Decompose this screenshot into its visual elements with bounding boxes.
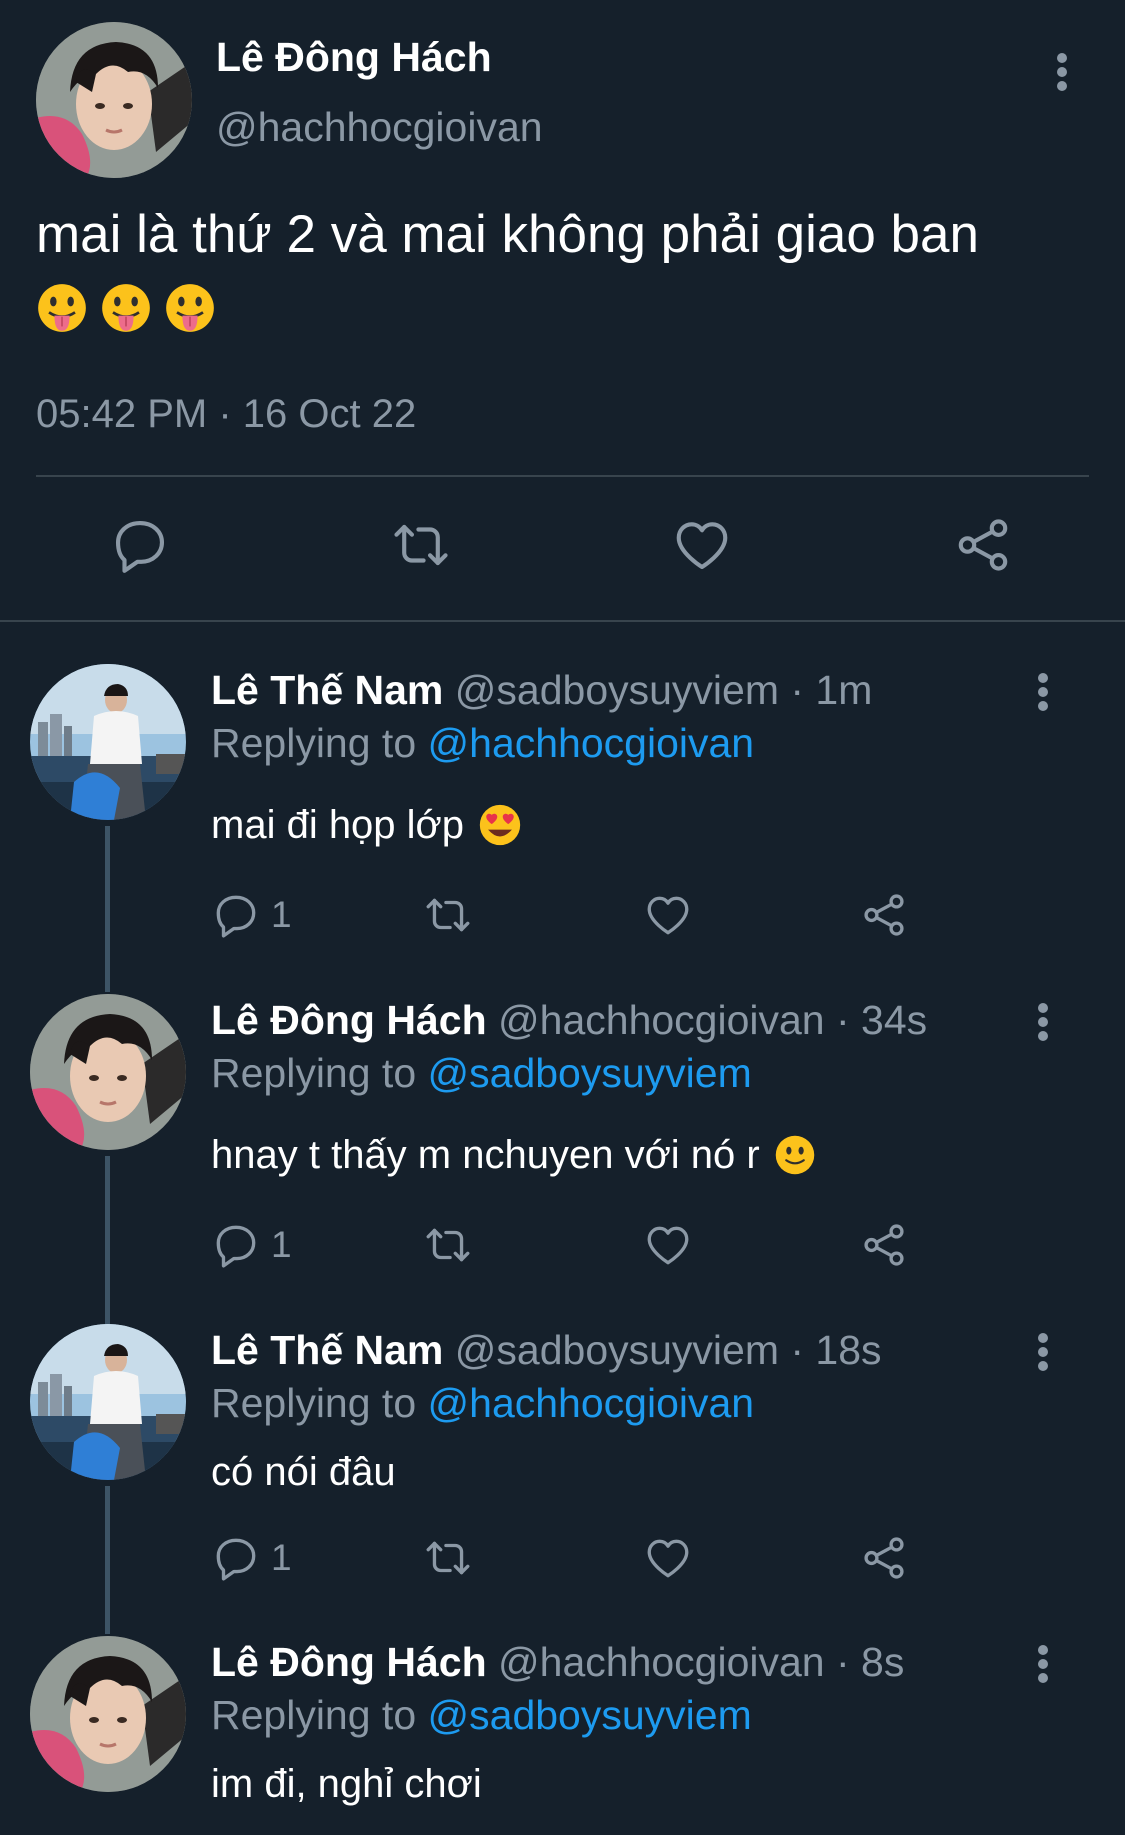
reply-text-content: mai đi họp lớp: [211, 803, 465, 847]
reply-more-options-icon[interactable]: [1023, 1636, 1063, 1692]
reply-header: Lê Đông Hách @hachhocgioivan · 8s: [211, 1637, 904, 1687]
replying-to: Replying to @sadboysuyviem: [211, 1048, 752, 1098]
reply-handle-time[interactable]: @hachhocgioivan · 34s: [498, 997, 927, 1043]
reply-icon: [216, 895, 256, 938]
reply-more-options-icon[interactable]: [1023, 664, 1063, 720]
reply-count: 1: [271, 894, 292, 935]
retweet-icon[interactable]: [386, 510, 456, 580]
share-icon: [864, 894, 904, 936]
share-button[interactable]: [859, 1220, 909, 1270]
share-button[interactable]: [859, 890, 909, 940]
reply-text-content: có nói đâu: [211, 1450, 396, 1494]
reply-text: im đi, nghỉ chơi: [211, 1759, 482, 1809]
reply-button[interactable]: 1: [211, 1533, 292, 1583]
main-author-name[interactable]: Lê Đông Hách: [216, 34, 492, 81]
retweet-button[interactable]: [421, 1220, 475, 1270]
reply-author-avatar[interactable]: [30, 1636, 186, 1792]
share-icon: [864, 1537, 904, 1579]
share-button[interactable]: [859, 1533, 909, 1583]
replying-to-label: Replying to: [211, 1692, 417, 1738]
main-tweet-actions: [0, 506, 1125, 592]
reply-icon[interactable]: [105, 510, 175, 580]
replying-to-mention[interactable]: @sadboysuyviem: [428, 1692, 752, 1738]
reply-author-avatar[interactable]: [30, 994, 186, 1150]
reply-icon: [216, 1225, 256, 1268]
reply-button[interactable]: 1: [211, 890, 292, 940]
reply-text: hnay t thấy m nchuyen với nó r: [211, 1130, 816, 1180]
reply-count: 1: [271, 1224, 292, 1265]
share-icon[interactable]: [948, 510, 1018, 580]
reply-author-avatar[interactable]: [30, 664, 186, 820]
main-author-handle[interactable]: @hachhocgioivan: [216, 104, 543, 151]
share-icon: [864, 1224, 904, 1266]
like-heart-icon: [647, 896, 689, 935]
retweet-icon: [426, 1541, 470, 1575]
like-button[interactable]: [643, 1533, 693, 1583]
reply-handle-time[interactable]: @sadboysuyviem · 18s: [455, 1327, 882, 1373]
reply-author-name[interactable]: Lê Đông Hách: [211, 997, 487, 1043]
reply-header: Lê Thế Nam @sadboysuyviem · 1m: [211, 665, 872, 715]
replying-to-mention[interactable]: @hachhocgioivan: [428, 1380, 755, 1426]
retweet-icon: [426, 1228, 470, 1262]
replying-to: Replying to @hachhocgioivan: [211, 718, 754, 768]
retweet-button[interactable]: [421, 890, 475, 940]
reply-text: mai đi họp lớp: [211, 800, 522, 850]
reply-text-content: im đi, nghỉ chơi: [211, 1762, 482, 1806]
reply-author-name[interactable]: Lê Thế Nam: [211, 667, 443, 713]
divider: [36, 475, 1089, 477]
main-more-options-icon[interactable]: [1042, 44, 1082, 100]
tongue-emoji-icon: [36, 282, 88, 334]
reply-actions: 1: [211, 1533, 1031, 1589]
retweet-icon: [426, 898, 470, 932]
reply-count: 1: [271, 1537, 292, 1578]
replying-to-label: Replying to: [211, 720, 417, 766]
divider: [0, 620, 1125, 622]
thread-connector: [105, 826, 110, 992]
replying-to: Replying to @sadboysuyviem: [211, 1690, 752, 1740]
slight-smile-emoji-icon: [775, 1135, 814, 1175]
reply-author-name[interactable]: Lê Đông Hách: [211, 1639, 487, 1685]
reply-icon: [216, 1538, 256, 1581]
tongue-emoji-icon: [100, 282, 152, 334]
like-heart-icon: [647, 1226, 689, 1265]
reply-author-name[interactable]: Lê Thế Nam: [211, 1327, 443, 1373]
retweet-button[interactable]: [421, 1533, 475, 1583]
thread-connector: [105, 1156, 110, 1324]
reply-more-options-icon[interactable]: [1023, 1324, 1063, 1380]
reply-actions: 1: [211, 890, 1031, 946]
reply-more-options-icon[interactable]: [1023, 994, 1063, 1050]
reply-handle-time[interactable]: @sadboysuyviem · 1m: [455, 667, 873, 713]
replying-to-mention[interactable]: @sadboysuyviem: [428, 1050, 752, 1096]
main-tweet-text: mai là thứ 2 và mai không phải giao ban: [36, 205, 979, 264]
reply-text: có nói đâu: [211, 1447, 396, 1497]
heart-eyes-emoji-icon: [479, 804, 521, 846]
reply-header: Lê Đông Hách @hachhocgioivan · 34s: [211, 995, 927, 1045]
replying-to-label: Replying to: [211, 1050, 417, 1096]
like-heart-icon[interactable]: [667, 510, 737, 580]
reply-handle-time[interactable]: @hachhocgioivan · 8s: [498, 1639, 904, 1685]
like-button[interactable]: [643, 1220, 693, 1270]
reply-header: Lê Thế Nam @sadboysuyviem · 18s: [211, 1325, 882, 1375]
replying-to: Replying to @hachhocgioivan: [211, 1378, 754, 1428]
like-button[interactable]: [643, 890, 693, 940]
replying-to-label: Replying to: [211, 1380, 417, 1426]
main-tweet-emojis: [36, 282, 216, 334]
thread-connector: [105, 1486, 110, 1634]
reply-author-avatar[interactable]: [30, 1324, 186, 1480]
tongue-emoji-icon: [164, 282, 216, 334]
replying-to-mention[interactable]: @hachhocgioivan: [428, 720, 755, 766]
main-tweet-timestamp[interactable]: 05:42 PM · 16 Oct 22: [36, 392, 416, 437]
reply-text-content: hnay t thấy m nchuyen với nó r: [211, 1133, 760, 1177]
reply-actions: 1: [211, 1220, 1031, 1276]
like-heart-icon: [647, 1539, 689, 1578]
main-author-avatar[interactable]: [36, 22, 192, 178]
reply-button[interactable]: 1: [211, 1220, 292, 1270]
